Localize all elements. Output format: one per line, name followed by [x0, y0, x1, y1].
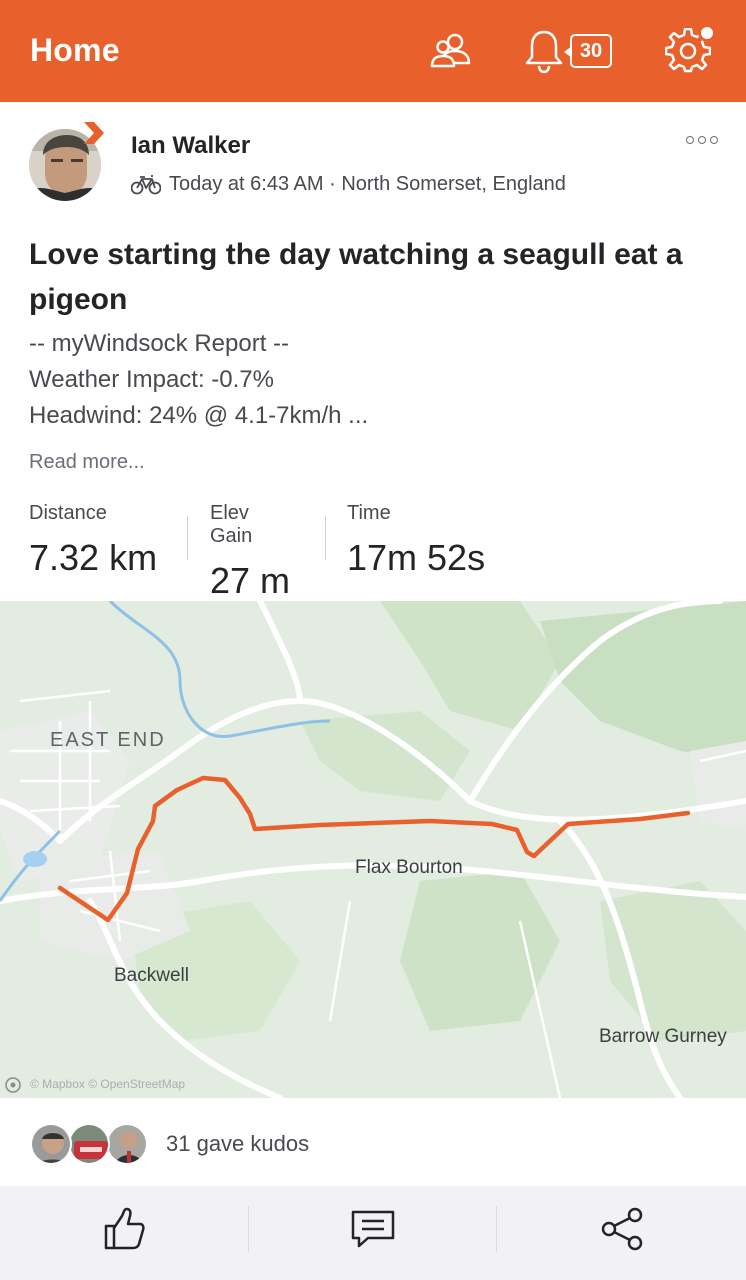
notification-count-badge[interactable]: 30 — [564, 34, 612, 68]
comment-icon — [351, 1210, 394, 1248]
activity-meta: Today at 6:43 AM · North Somerset, Engla… — [131, 173, 566, 196]
top-app-bar: Home 30 — [0, 0, 746, 102]
description-line: Weather Impact: -0.7% — [29, 366, 274, 393]
stat-value: 27 m — [210, 560, 291, 601]
stat-label: Distance — [29, 502, 107, 524]
stat-value: 7.32 km — [29, 537, 158, 578]
stat-time: Time 17m 52s — [347, 502, 485, 579]
friends-button[interactable] — [428, 28, 474, 74]
kudos-count[interactable]: 31 gave kudos — [166, 1131, 309, 1157]
kudos-row: 31 gave kudos — [0, 1098, 746, 1186]
share-icon — [601, 1207, 642, 1251]
activity-card: Ian Walker Today at 6:43 AM · North Some… — [0, 102, 746, 1186]
page-title: Home — [30, 32, 120, 68]
friends-icon — [430, 33, 471, 68]
activity-meta-text: Today at 6:43 AM · North Somerset, Engla… — [169, 173, 566, 195]
more-dot — [698, 136, 706, 144]
stat-value: 17m 52s — [347, 537, 486, 578]
kudos-avatar[interactable] — [106, 1123, 148, 1165]
subscriber-badge-icon — [84, 122, 104, 144]
more-options-button[interactable] — [686, 132, 718, 148]
kudos-thumb-icon — [104, 1207, 145, 1250]
activity-title[interactable]: Love starting the day watching a seagull… — [29, 232, 709, 322]
more-dot — [686, 136, 694, 144]
stat-divider — [325, 516, 326, 560]
bike-icon — [131, 174, 161, 194]
stat-elevation: Elev Gain 27 m — [210, 502, 290, 602]
comment-button[interactable] — [249, 1186, 496, 1272]
stat-label: Elev Gain — [210, 502, 253, 547]
map-attribution[interactable]: © Mapbox © OpenStreetMap — [30, 1077, 185, 1091]
map-label-flax-bourton: Flax Bourton — [355, 857, 463, 878]
map-label-barrow-gurney: Barrow Gurney — [599, 1026, 727, 1047]
description-line: Headwind: 24% @ 4.1-7km/h ... — [29, 402, 369, 429]
stat-label: Time — [347, 502, 391, 524]
description-line: -- myWindsock Report -- — [29, 330, 290, 357]
read-more-link[interactable]: Read more... — [29, 451, 145, 474]
kudos-avatar[interactable] — [30, 1123, 72, 1165]
activity-actions — [0, 1186, 746, 1272]
map-label-backwell: Backwell — [114, 965, 189, 986]
share-button[interactable] — [497, 1186, 746, 1272]
kudos-avatar[interactable] — [68, 1123, 110, 1165]
bell-icon — [525, 30, 563, 74]
more-dot — [710, 136, 718, 144]
route-map[interactable]: EAST END Flax Bourton Backwell Barrow Gu… — [0, 601, 746, 1098]
settings-alert-dot — [698, 24, 716, 42]
activity-description: -- myWindsock Report -- Weather Impact: … — [29, 326, 368, 434]
stat-divider — [187, 516, 188, 560]
notifications-button[interactable] — [522, 28, 566, 74]
stat-distance: Distance 7.32 km — [29, 502, 157, 579]
athlete-name[interactable]: Ian Walker — [131, 132, 250, 160]
give-kudos-button[interactable] — [0, 1186, 248, 1272]
map-label-east-end: EAST END — [50, 729, 166, 751]
